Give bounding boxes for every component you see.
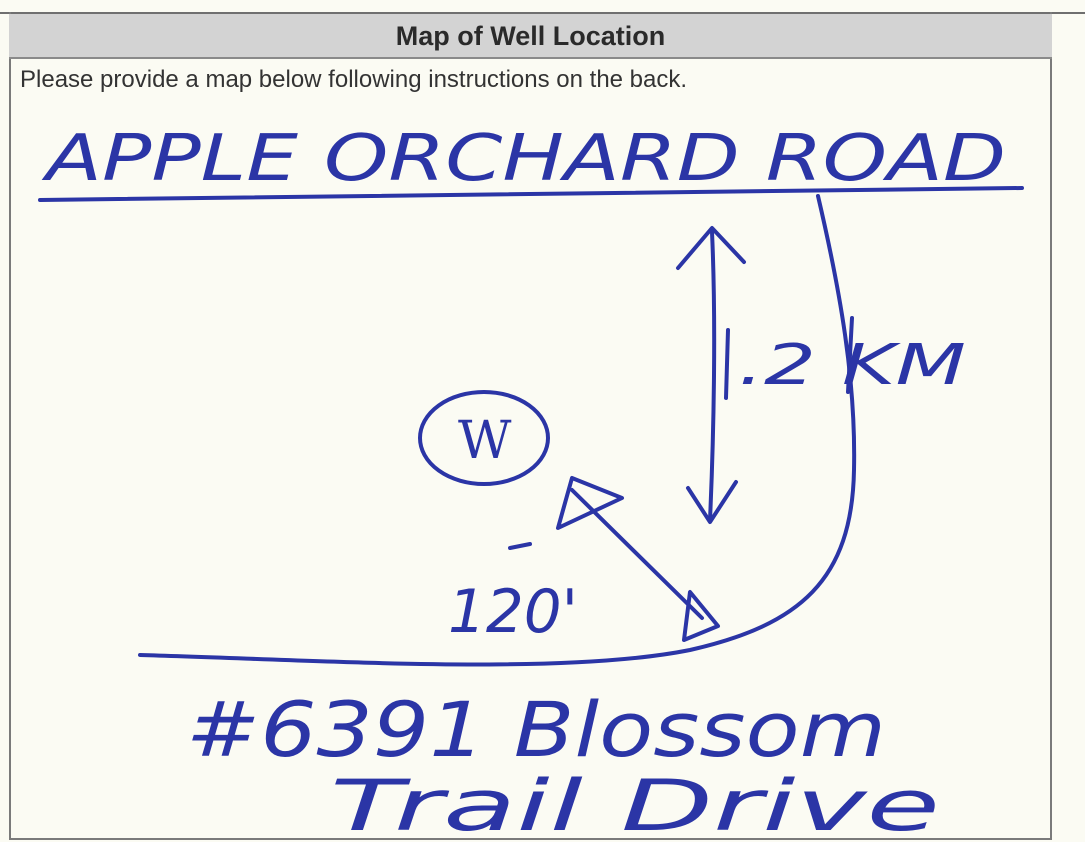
well-symbol-label: W (458, 411, 512, 471)
distance-arrow-vertical (708, 230, 717, 522)
distance-arrow-diagonal (570, 488, 704, 620)
well-map-form: Map of Well Location Please provide a ma… (0, 0, 1085, 842)
distance-tick-left (724, 328, 730, 400)
distance-to-road-label: .2 KM (738, 333, 966, 398)
road-top-label: APPLE ORCHARD ROAD (41, 122, 1006, 196)
distance-to-house-label: 120' (448, 577, 578, 647)
stray-mark (508, 542, 532, 550)
hand-drawn-map: APPLE ORCHARD ROAD .2 KM W 120' #6391 Bl… (38, 122, 1024, 842)
address-line-2: Trail Drive (330, 765, 940, 842)
arrowhead-diagonal-start (556, 476, 624, 530)
address-line-1: #6391 Blossom (186, 685, 886, 774)
